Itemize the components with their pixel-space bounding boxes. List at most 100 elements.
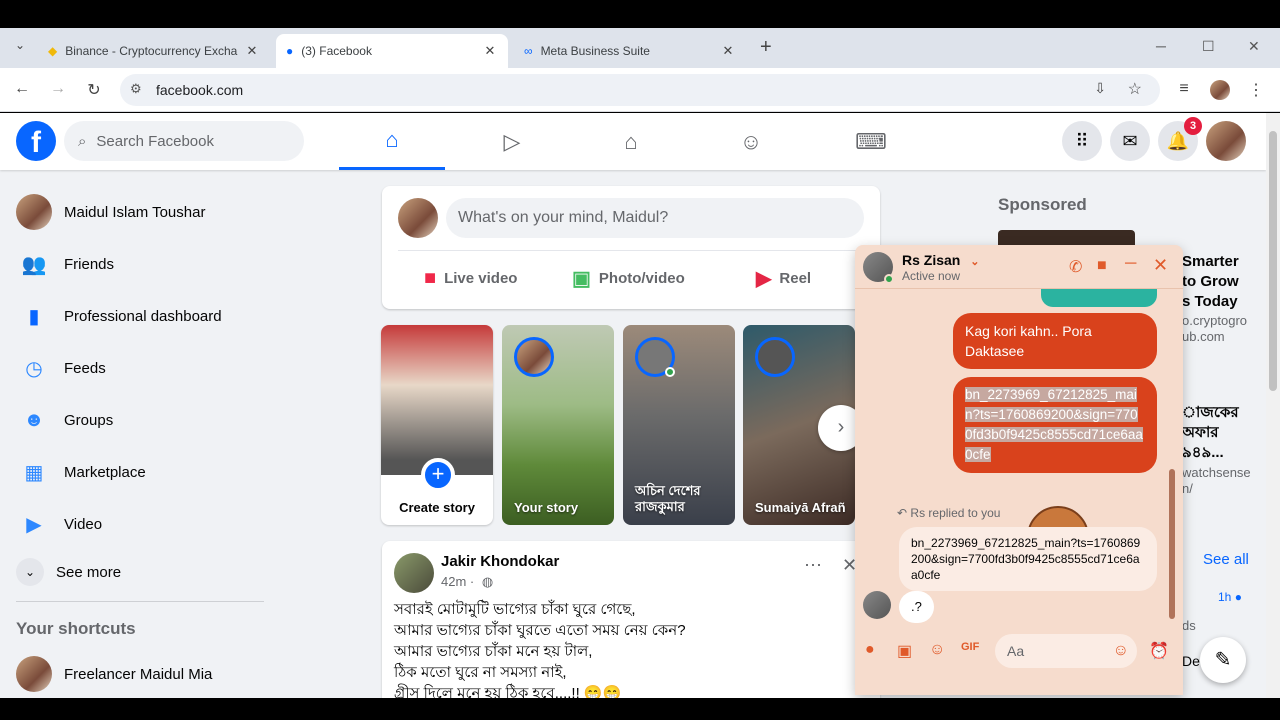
video-call-icon[interactable]: ■ [1097,257,1107,275]
post-line: আমার ভাগ্যের চাঁকা মনে হয় টাল, [394,643,593,660]
page-scrollbar-thumb[interactable] [1269,131,1277,391]
story-item[interactable]: অচিন দেশের রাজকুমার [623,325,735,525]
alarm-clock-icon[interactable]: ⏰ [1149,641,1169,661]
shortcut-item[interactable]: Freelancer Maidul Mia [16,648,266,698]
ad-line: Smarter [1182,253,1239,270]
nav-marketplace[interactable]: ⌂ [578,113,684,170]
site-info-icon[interactable]: ⚙ [130,81,142,97]
page-scrollbar-track[interactable] [1266,113,1280,698]
chat-scrollbar[interactable] [1169,299,1175,629]
avatar [863,591,891,619]
account-avatar[interactable] [1206,121,1246,161]
tab-meta[interactable]: ∞ Meta Business Suite ✕ [514,34,746,68]
ad-text[interactable]: Smarter to Grow s Today [1182,252,1239,312]
reply-label: ↶ Rs replied to you [897,506,1000,520]
image-icon[interactable]: ▣ [897,641,912,661]
avatar [398,198,438,238]
photo-video-button[interactable]: ▣ Photo/video [572,258,685,298]
friends-icon: 👥 [21,253,47,276]
chat-name[interactable]: Rs Zisan ⌄ [902,252,979,268]
close-tab-icon[interactable]: ✕ [244,43,260,59]
browser-menu-icon[interactable]: ⋮ [1244,80,1268,100]
sidebar-item-label: Maidul Islam Toushar [64,203,206,221]
sidebar-item-label: Professional dashboard [64,307,222,325]
address-bar[interactable]: ⚙ facebook.com ⇩ ☆ [120,74,1160,106]
see-all-link[interactable]: See all [1203,551,1249,568]
new-message-button[interactable]: ✎ [1200,637,1246,683]
input-placeholder: Aa [1007,643,1025,659]
back-icon[interactable]: ← [10,80,34,98]
scrollbar-thumb[interactable] [1169,469,1175,619]
messenger-button[interactable]: ✉ [1110,121,1150,161]
tab-facebook[interactable]: ● (3) Facebook ✕ [276,34,508,68]
install-app-icon[interactable]: ⇩ [1094,80,1106,97]
ad-line: to Grow [1182,273,1239,290]
close-tab-icon[interactable]: ✕ [720,43,736,59]
menu-button[interactable]: ⠿ [1062,121,1102,161]
timestamp: 1h ● [1218,590,1242,604]
message-sent[interactable]: bn_2273969_67212825_main?ts=1760869200&s… [953,377,1157,473]
minimize-chat-icon[interactable]: ─ [1125,255,1136,273]
sidebar-item-friends[interactable]: 👥 Friends [16,238,266,290]
home-icon: ⌂ [385,127,399,152]
story-create[interactable]: + Create story [381,325,493,525]
sticker-icon[interactable]: ☺ [929,641,945,659]
story-label: অচিন দেশের রাজকুমার [635,483,701,514]
reload-icon[interactable]: ↻ [82,80,106,100]
nav-video[interactable]: ▷ [459,113,565,170]
new-tab-button[interactable]: + [760,36,772,59]
post-line: গ্রীস দিলে মনে হয় ঠিক হবে....!! 😁😁 [394,685,622,698]
media-control-icon[interactable]: ≡ [1172,80,1196,98]
story-label: Sumaiyā Afrañ [755,500,846,515]
post-line: আমার ভাগ্যের চাঁকা ঘুরতে এতো সময় নেয় ক… [394,622,686,639]
sidebar-item-dashboard[interactable]: ▮ Professional dashboard [16,290,266,342]
grid-menu-icon: ⠿ [1075,130,1089,151]
avatar [16,194,52,230]
ad-text[interactable]: াজকের অফার ৯৪৯... [1182,403,1239,463]
bookmark-star-icon[interactable]: ☆ [1128,79,1142,99]
gif-icon[interactable]: GIF [961,641,979,653]
tab-title: Meta Business Suite [540,44,650,58]
forward-icon[interactable]: → [46,80,70,98]
sidebar-item-marketplace[interactable]: ▦ Marketplace [16,446,266,498]
video-icon: ▷ [503,128,521,154]
minimize-button[interactable]: ─ [1156,38,1166,54]
avatar[interactable] [394,553,434,593]
notification-badge: 3 [1184,117,1202,135]
phone-icon[interactable]: ✆ [1069,257,1082,277]
tab-binance[interactable]: ◆ Binance - Cryptocurrency Excha ✕ [38,34,270,68]
globe-icon: ◍ [481,574,494,589]
facebook-logo[interactable]: f [16,121,56,161]
live-video-button[interactable]: ■ Live video [424,258,517,298]
tab-title: (3) Facebook [301,44,372,58]
sidebar-see-more[interactable]: ⌄ See more [16,546,266,598]
microphone-icon[interactable]: ● [865,641,875,659]
nav-groups[interactable]: ☺ [698,113,804,170]
post-time: 42m · ◍ [441,574,493,590]
emoji-icon[interactable]: ☺ [1113,642,1129,660]
browser-profile-avatar[interactable] [1210,80,1230,100]
fb-header: f ⌕ Search Facebook ⌂ ▷ ⌂ ☺ ⌨ ⠿ ✉ 🔔 3 [0,113,1266,170]
nav-gaming[interactable]: ⌨ [818,113,924,170]
sidebar-item-feeds[interactable]: ◷ Feeds [16,342,266,394]
nav-home[interactable]: ⌂ [339,113,445,170]
sidebar-item-profile[interactable]: Maidul Islam Toushar [16,186,266,238]
search-input[interactable]: ⌕ Search Facebook [64,121,304,161]
quoted-message: bn_2273969_67212825_main?ts=1760869200&s… [899,527,1157,591]
message-input[interactable]: Aa ☺ [995,634,1137,668]
post-author[interactable]: Jakir Khondokar [441,553,559,570]
composer-input[interactable]: What's on your mind, Maidul? [446,198,864,238]
post-menu-icon[interactable]: ⋯ [804,555,822,576]
maximize-button[interactable]: ☐ [1202,38,1215,55]
close-window-button[interactable]: ✕ [1248,38,1260,55]
sidebar-item-video[interactable]: ▶ Video [16,498,266,550]
tab-search-icon[interactable]: ⌄ [8,38,32,52]
reel-button[interactable]: ▶ Reel [756,258,811,298]
ad-line: াজকের [1182,404,1239,421]
close-icon[interactable]: ✕ [1153,255,1168,276]
story-item[interactable]: Your story [502,325,614,525]
action-label: Live video [444,269,518,287]
sidebar-item-groups[interactable]: ☻ Groups [16,394,266,446]
post-timestamp[interactable]: 42m · [441,574,474,589]
close-tab-icon[interactable]: ✕ [482,43,498,59]
